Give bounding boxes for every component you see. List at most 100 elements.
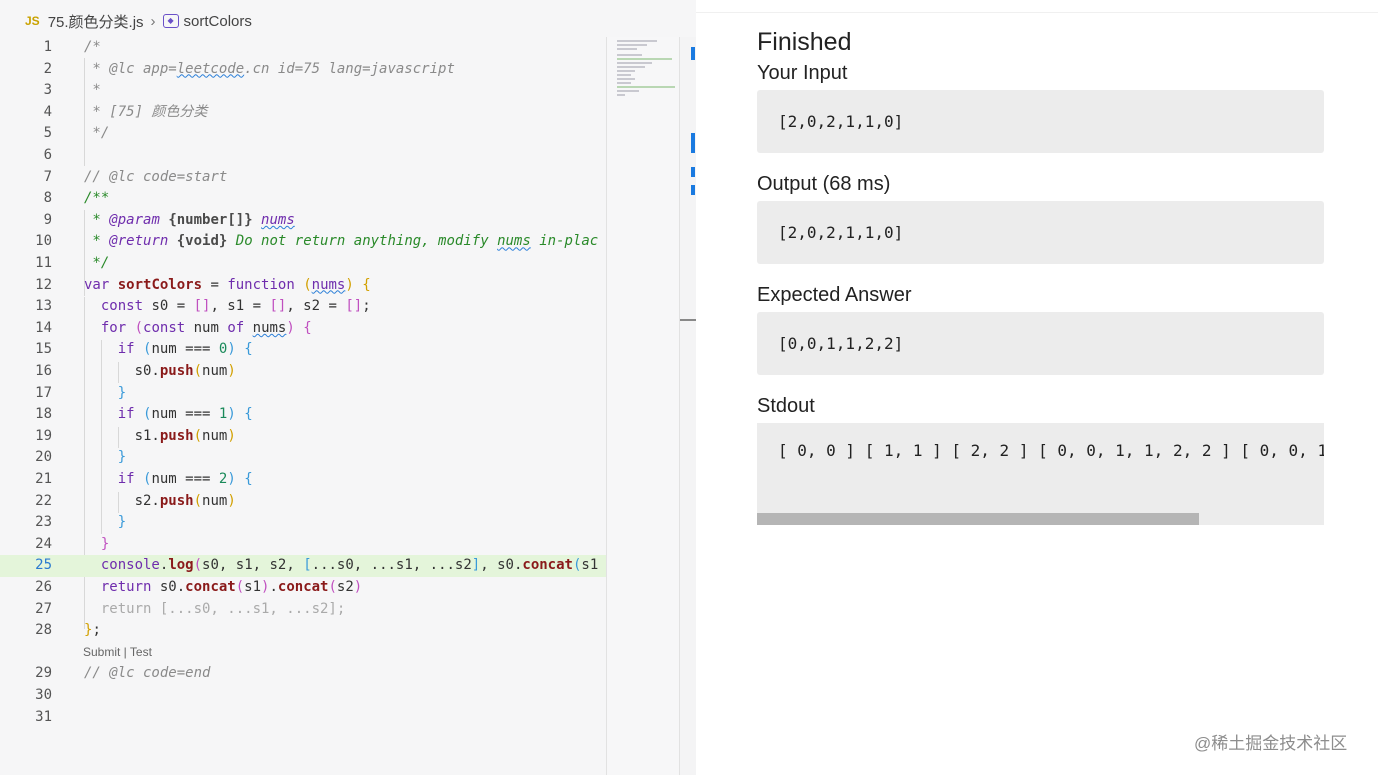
code-area[interactable]: 1/* 2 * @lc app=leetcode.cn id=75 lang=j… — [0, 37, 606, 737]
code-line[interactable]: 10 * @return {void} Do not return anythi… — [0, 231, 606, 253]
result-panel: Finished Your Input [2,0,2,1,1,0] Output… — [696, 0, 1378, 775]
code-line[interactable]: 5 */ — [0, 123, 606, 145]
minimap-line — [617, 54, 642, 56]
scroll-marker — [691, 185, 695, 195]
minimap-line — [617, 86, 675, 88]
code-line[interactable]: 19 s1.push(num) — [0, 426, 606, 448]
line-number: 15 — [35, 341, 52, 358]
line-number: 26 — [35, 579, 52, 595]
code-line[interactable]: 26 return s0.concat(s1).concat(s2) — [0, 577, 606, 599]
code-line-current[interactable]: 25 console.log(s0, s1, s2, [...s0, ...s1… — [0, 555, 606, 577]
expected-value: [0,0,1,1,2,2] — [778, 334, 904, 353]
code-line[interactable]: 30 — [0, 685, 606, 707]
js-file-icon: JS — [25, 14, 40, 28]
line-number: 2 — [43, 60, 52, 77]
code-line[interactable]: 7// @lc code=start — [0, 167, 606, 189]
line-number: 30 — [35, 687, 52, 703]
code-line[interactable]: 28}; — [0, 620, 606, 642]
minimap-line — [617, 94, 625, 96]
code-line[interactable]: 29// @lc code=end — [0, 663, 606, 685]
minimap-line — [617, 58, 672, 60]
minimap-line — [617, 90, 639, 92]
output-box: [2,0,2,1,1,0] — [757, 201, 1324, 264]
minimap-line — [617, 40, 657, 42]
code-line[interactable]: 31 — [0, 707, 606, 729]
line-number: 5 — [43, 125, 52, 142]
code-line[interactable]: 14 for (const num of nums) { — [0, 318, 606, 340]
code-line[interactable]: 11 */ — [0, 253, 606, 275]
code-line[interactable]: 9 * @param {number[]} nums — [0, 210, 606, 232]
minimap-line — [617, 74, 631, 76]
code-line[interactable]: 18 if (num === 1) { — [0, 404, 606, 426]
line-number: 24 — [35, 535, 52, 552]
code-line[interactable]: 3 * — [0, 80, 606, 102]
line-number: 3 — [43, 82, 52, 99]
input-box: [2,0,2,1,1,0] — [757, 90, 1324, 153]
line-number: 17 — [35, 384, 52, 401]
symbol-method-icon: ◆ — [162, 14, 179, 28]
line-number: 19 — [35, 427, 52, 444]
line-number: 31 — [35, 708, 52, 725]
line-number: 10 — [35, 233, 52, 250]
code-line[interactable]: 20 } — [0, 447, 606, 469]
minimap-line — [617, 70, 635, 72]
breadcrumb: JS 75.颜色分类.js › ◆ sortColors — [0, 0, 696, 42]
line-number: 16 — [35, 363, 52, 379]
output-value: [2,0,2,1,1,0] — [778, 223, 904, 242]
stdout-value: [ 0, 0 ] [ 1, 1 ] [ 2, 2 ] [ 0, 0, 1, 1,… — [778, 441, 1324, 460]
line-number: 9 — [43, 211, 52, 228]
code-lens-submit-test[interactable]: Submit | Test — [83, 645, 152, 659]
minimap-line — [617, 48, 637, 50]
minimap-line — [617, 82, 631, 84]
line-number: 25 — [35, 557, 52, 574]
minimap-line — [617, 44, 647, 46]
code-line[interactable]: 17 } — [0, 383, 606, 405]
scroll-marker — [691, 167, 695, 177]
expected-label: Expected Answer — [757, 284, 912, 306]
horizontal-scrollbar-thumb[interactable] — [757, 513, 1199, 525]
line-number: 14 — [35, 319, 52, 336]
line-number: 28 — [35, 622, 52, 639]
code-line[interactable]: 23 } — [0, 512, 606, 534]
line-number: 7 — [43, 168, 52, 185]
code-line[interactable]: 27 return [...s0, ...s1, ...s2]; — [0, 599, 606, 621]
line-number: 23 — [35, 514, 52, 531]
output-label: Output (68 ms) — [757, 173, 891, 195]
vertical-scrollbar[interactable] — [679, 37, 696, 775]
code-line[interactable]: 2 * @lc app=leetcode.cn id=75 lang=javas… — [0, 59, 606, 81]
code-line[interactable]: 12 var sortColors = function (nums) { — [0, 275, 606, 297]
code-line[interactable]: 1/* — [0, 37, 606, 59]
code-line[interactable]: 24 } — [0, 534, 606, 556]
line-number: 21 — [35, 471, 52, 487]
code-line[interactable]: 13 const s0 = [], s1 = [], s2 = []; — [0, 296, 606, 318]
code-line[interactable]: 8/** — [0, 188, 606, 210]
panel-top-border — [696, 0, 1378, 13]
stdout-box[interactable]: [ 0, 0 ] [ 1, 1 ] [ 2, 2 ] [ 0, 0, 1, 1,… — [757, 423, 1324, 525]
code-line[interactable]: 6 — [0, 145, 606, 167]
line-number: 22 — [35, 492, 52, 509]
scroll-marker — [691, 133, 695, 153]
line-number: 8 — [43, 190, 52, 207]
watermark: @稀土掘金技术社区 — [1194, 734, 1348, 753]
input-value: [2,0,2,1,1,0] — [778, 112, 904, 131]
code-editor[interactable]: JS 75.颜色分类.js › ◆ sortColors 1/* 2 * @lc… — [0, 0, 696, 775]
line-number: 27 — [35, 600, 52, 617]
line-number: 11 — [35, 255, 52, 271]
breadcrumb-file[interactable]: 75.颜色分类.js — [48, 11, 144, 32]
code-line[interactable]: 4 * [75] 颜色分类 — [0, 102, 606, 124]
line-number: 29 — [35, 665, 52, 682]
minimap-line — [617, 78, 635, 80]
result-status: Finished — [757, 28, 852, 56]
code-line[interactable]: 22 s2.push(num) — [0, 491, 606, 513]
code-line[interactable]: 21 if (num === 2) { — [0, 469, 606, 491]
line-number: 6 — [43, 147, 52, 163]
minimap[interactable] — [606, 37, 680, 775]
line-number: 13 — [35, 298, 52, 315]
scrollbar-thumb[interactable] — [680, 319, 696, 321]
breadcrumb-symbol[interactable]: sortColors — [184, 13, 252, 30]
line-number: 20 — [35, 449, 52, 466]
input-label: Your Input — [757, 62, 848, 84]
minimap-line — [617, 66, 645, 68]
code-line[interactable]: 15 if (num === 0) { — [0, 339, 606, 361]
code-line[interactable]: 16 s0.push(num) — [0, 361, 606, 383]
